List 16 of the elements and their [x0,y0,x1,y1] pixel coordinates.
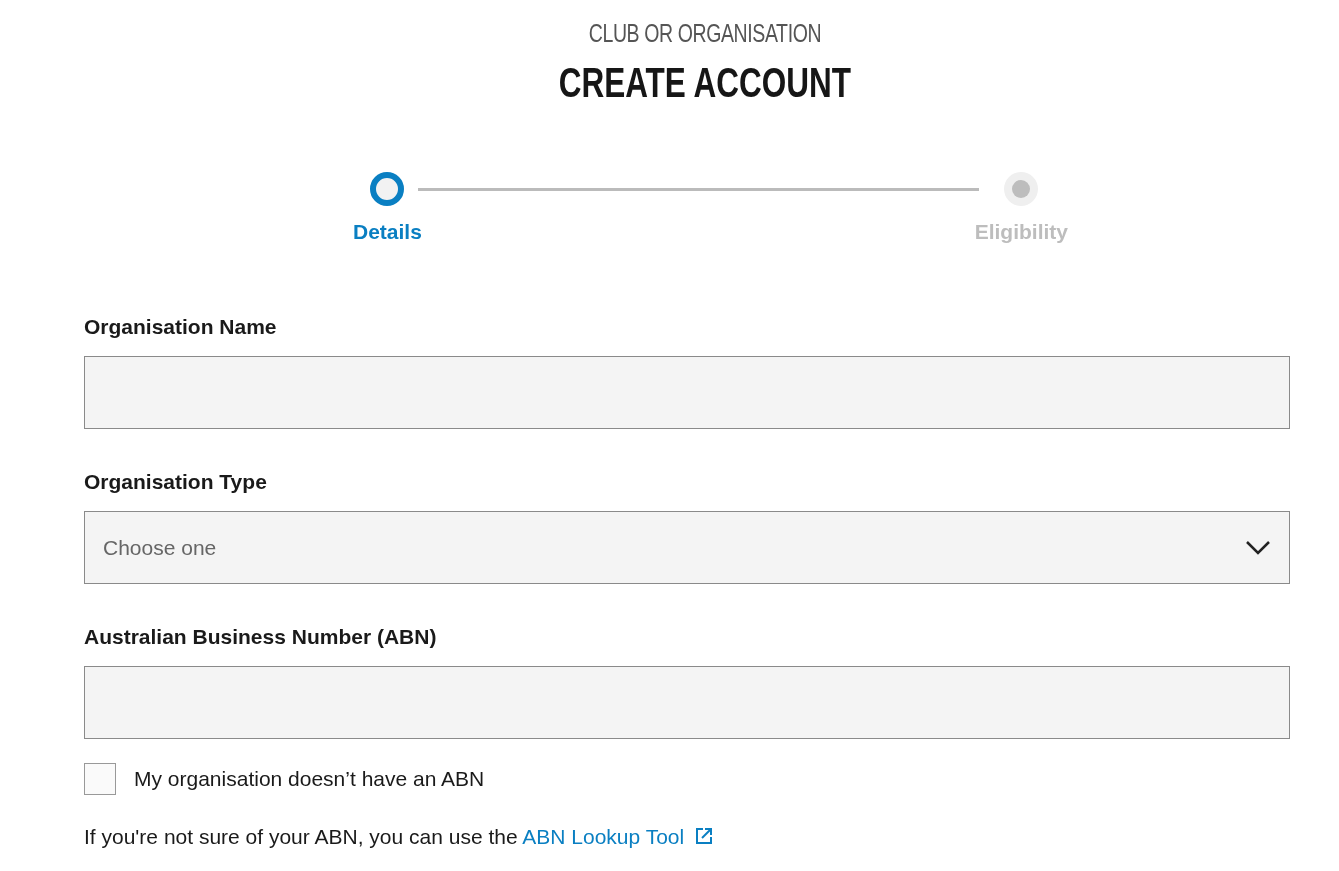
field-label: Organisation Type [84,469,268,495]
step-label: Eligibility [974,220,1068,244]
input-field[interactable] [84,666,1290,739]
help-text: If you're not sure of your ABN, you can use the ABN Lookup Tool [84,825,1290,849]
chevron-down-icon [1245,539,1271,556]
select-field[interactable]: Choose one [84,511,1290,584]
input-field[interactable] [84,356,1290,429]
step-label: Details [353,220,422,244]
abn-lookup-link[interactable]: ABN Lookup Tool [522,825,715,848]
page-subtitle: CLUB OR ORGANISATION [588,18,822,48]
page-title: CREATE ACCOUNT [558,60,852,106]
checkbox[interactable] [84,763,116,795]
external-link-icon [694,826,715,846]
field-label: Australian Business Number (ABN) [84,624,438,650]
checkbox-label: My organisation doesn’t have an ABN [134,767,485,791]
field-label: Organisation Name [84,314,278,340]
